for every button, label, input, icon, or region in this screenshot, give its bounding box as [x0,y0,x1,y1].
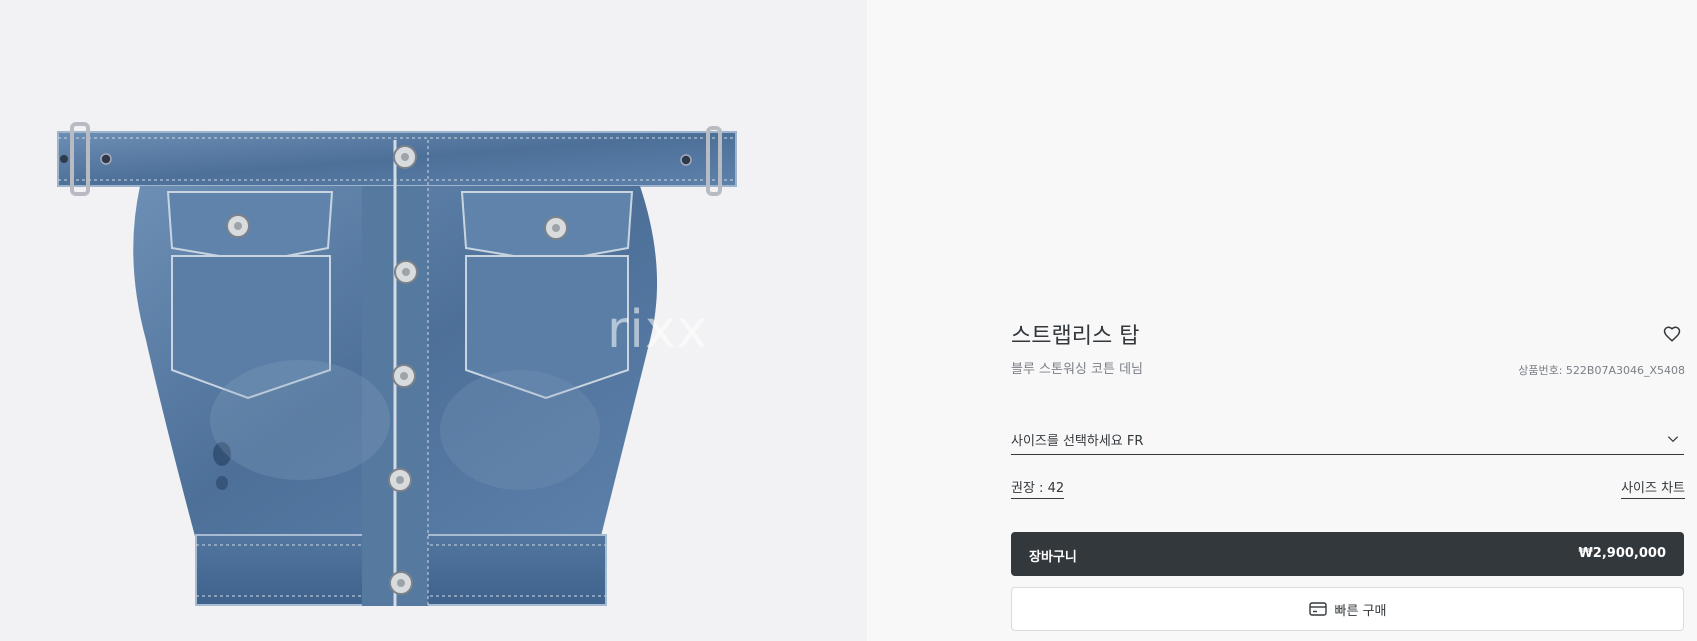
product-page: 스트랩리스 탑 블루 스톤워싱 코튼 데님 상품번호: 522B07A3046_… [0,0,1697,641]
credit-card-icon [1308,602,1327,616]
add-to-cart-label: 장바구니 [1029,550,1077,565]
product-price: ₩2,900,000 [1578,546,1666,561]
size-recommendation: 권장 : 42 [1011,477,1065,499]
size-select-label: 사이즈를 선택하세요 FR [1011,434,1144,449]
quick-buy-button[interactable]: 빠른 구매 [1011,587,1684,631]
quick-buy-label: 빠른 구매 [1334,603,1387,619]
product-details: 스트랩리스 탑 블루 스톤워싱 코튼 데님 상품번호: 522B07A3046_… [867,0,1697,641]
size-chart-link[interactable]: 사이즈 차트 [1621,477,1685,499]
size-select[interactable]: 사이즈를 선택하세요 FR [1011,422,1684,455]
add-to-cart-button[interactable]: 장바구니 ₩2,900,000 [1011,532,1684,576]
product-gallery[interactable] [0,0,867,641]
chevron-down-icon [1667,436,1679,443]
heart-icon[interactable] [1663,325,1681,343]
product-subtitle: 블루 스톤워싱 코튼 데님 [1011,362,1143,377]
product-image [57,122,737,606]
product-title: 스트랩리스 탑 [1011,324,1140,349]
product-reference: 상품번호: 522B07A3046_X5408 [1518,364,1685,377]
